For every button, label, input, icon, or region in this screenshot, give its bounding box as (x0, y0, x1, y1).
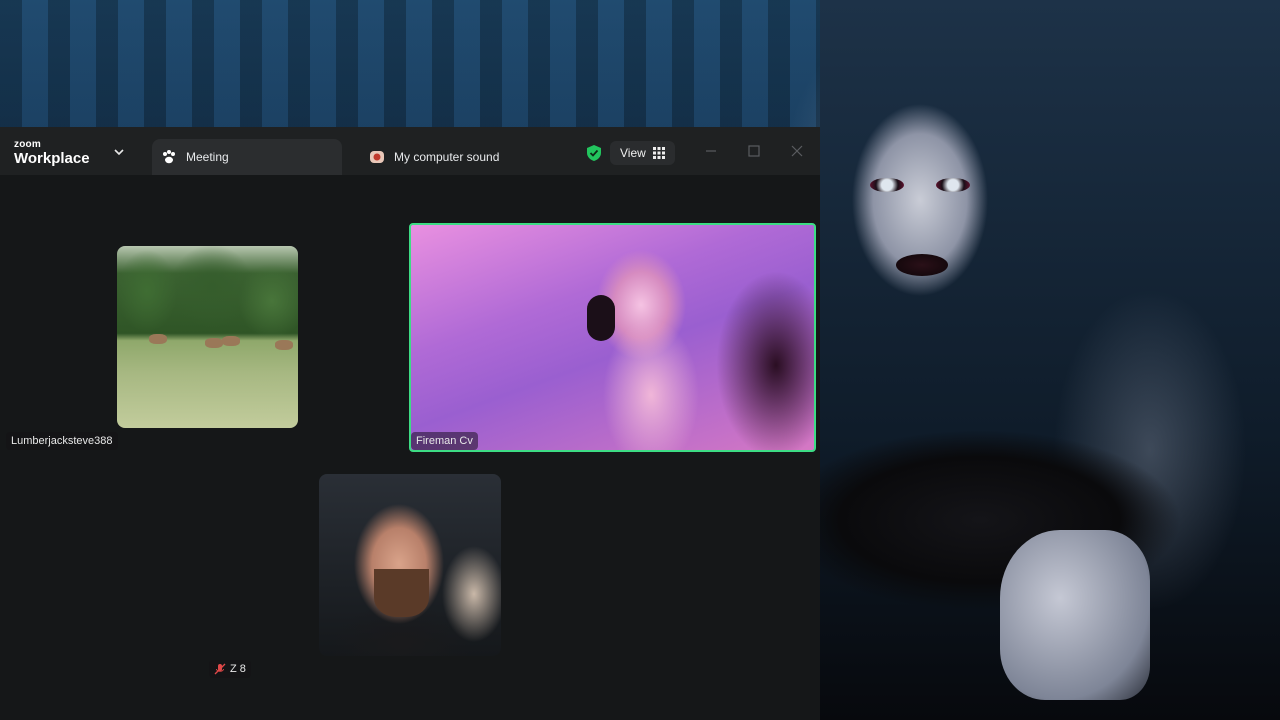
title-bar: zoom Workplace Meeting My computer sound… (0, 127, 820, 175)
deer (205, 338, 223, 348)
app-icon (368, 148, 386, 166)
brand-workplace-text: Workplace (14, 150, 90, 167)
deer (275, 340, 293, 350)
participant-name-label-z8: Z 8 (209, 660, 251, 678)
grid-icon (652, 147, 665, 159)
paw-icon (160, 148, 178, 166)
wallpaper-hand (1000, 530, 1150, 700)
wallpaper-eye-right (936, 178, 970, 192)
app-brand[interactable]: zoom Workplace (14, 139, 90, 167)
chevron-down-icon[interactable] (113, 146, 125, 158)
tab-meeting[interactable]: Meeting (152, 139, 342, 175)
deer (149, 334, 167, 344)
close-icon[interactable] (790, 144, 804, 158)
participant-name-label: Lumberjacksteve388 (6, 432, 118, 450)
shield-check-icon[interactable] (585, 144, 603, 162)
participant-name: Z 8 (230, 663, 246, 675)
tab-my-computer-sound[interactable]: My computer sound (360, 139, 560, 175)
minimize-icon[interactable] (704, 144, 718, 158)
deer (222, 336, 240, 346)
wallpaper-lips (896, 254, 948, 276)
maximize-icon[interactable] (747, 144, 761, 158)
view-button[interactable]: View (610, 141, 675, 165)
wallpaper-eye-left (870, 178, 904, 192)
mic-muted-icon (214, 663, 226, 675)
tab-sound-label: My computer sound (394, 150, 500, 164)
tab-meeting-label: Meeting (186, 150, 229, 164)
video-tile-lumberjacksteve388[interactable] (117, 246, 298, 428)
video-tile-z8[interactable] (319, 474, 501, 656)
brand-zoom-text: zoom (14, 139, 41, 150)
video-tile-fireman-cv[interactable] (409, 223, 816, 452)
participant-name-label: Fireman Cv (411, 432, 478, 450)
view-label: View (620, 146, 646, 160)
zoom-meeting-window: zoom Workplace Meeting My computer sound… (0, 127, 820, 720)
headphones (587, 295, 615, 341)
beard (374, 569, 429, 617)
